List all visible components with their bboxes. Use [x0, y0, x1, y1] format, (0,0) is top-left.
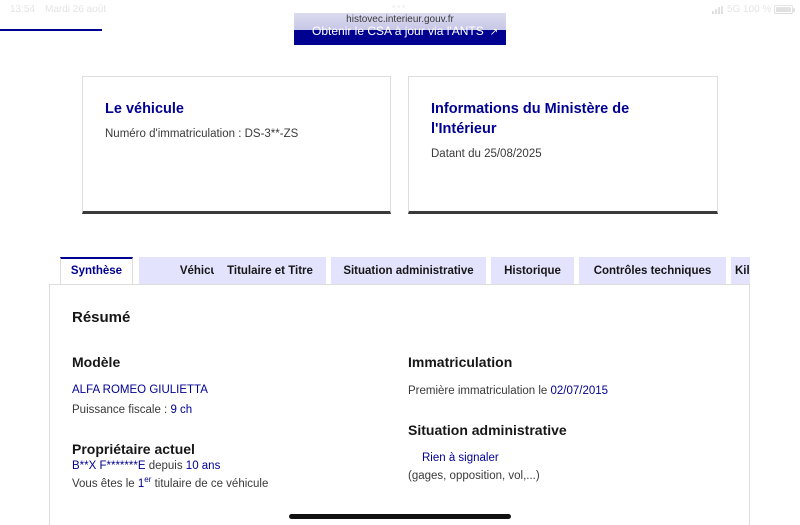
- signal-icon: [712, 6, 724, 14]
- tab-titulaire-titre[interactable]: Titulaire et Titre: [214, 257, 326, 285]
- report-tabs: Synthèse Véhicule Titulaire et Titre Sit…: [60, 257, 750, 285]
- vehicle-card: Le véhicule Numéro d'immatriculation : D…: [82, 76, 391, 214]
- battery-icon: [774, 5, 795, 14]
- first-registration-date: 02/07/2015: [550, 385, 609, 397]
- immatriculation-heading: Immatriculation: [408, 354, 513, 370]
- external-link-icon: ↗: [489, 27, 499, 38]
- home-indicator[interactable]: [289, 514, 511, 519]
- ellipsis-icon[interactable]: •••: [392, 1, 407, 13]
- fiscal-power: Puissance fiscale : 9 ch: [72, 404, 192, 416]
- fiscal-power-label: Puissance fiscale :: [72, 404, 171, 416]
- vehicle-card-title: Le véhicule: [105, 101, 184, 117]
- first-registration-label: Première immatriculation le: [408, 385, 551, 397]
- situation-heading: Situation administrative: [408, 422, 567, 438]
- registration-number: Numéro d'immatriculation : DS-3**-ZS: [105, 128, 299, 140]
- ministry-data-date: Datant du 25/08/2025: [431, 148, 542, 160]
- situation-status: Rien à signaler: [422, 452, 499, 464]
- owner-since-label: depuis: [145, 460, 186, 472]
- owner-line: B**X F*******E depuis 10 ans: [72, 460, 220, 472]
- ministry-card-title: Informations du Ministère de l'Intérieur: [431, 101, 630, 137]
- tab-historique[interactable]: Historique: [491, 257, 574, 285]
- holder-rank-line: Vous êtes le 1er titulaire de ce véhicul…: [72, 476, 269, 490]
- tab-controles-techniques[interactable]: Contrôles techniques: [579, 257, 726, 285]
- ants-button-label: Obtenir le CSA à jour via l'ANTS: [312, 24, 484, 38]
- fiscal-power-value: 9 ch: [170, 404, 193, 416]
- proprietaire-heading: Propriétaire actuel: [72, 441, 195, 457]
- situation-detail: (gages, opposition, vol,...): [408, 470, 540, 482]
- owner-name: B**X F*******E: [72, 460, 146, 472]
- tab-synthese[interactable]: Synthèse: [60, 257, 133, 285]
- vehicle-model: ALFA ROMEO GIULIETTA: [72, 384, 208, 396]
- holder-rank-prefix: Vous êtes le: [72, 478, 138, 490]
- ministry-card: Informations du Ministère de l'Intérieur…: [408, 76, 718, 214]
- resume-title: Résumé: [72, 309, 131, 326]
- owner-since-value: 10 ans: [185, 460, 221, 472]
- tab-kilometrage[interactable]: Kilométrage: [731, 257, 750, 285]
- address-bar-url[interactable]: histovec.interieur.gouv.fr: [0, 14, 800, 25]
- tab-situation-administrative[interactable]: Situation administrative: [331, 257, 486, 285]
- first-registration: Première immatriculation le 02/07/2015: [408, 385, 608, 397]
- modele-heading: Modèle: [72, 354, 121, 370]
- browser-tab-indicator: [0, 29, 102, 31]
- holder-rank-suffix: titulaire de ce véhicule: [151, 478, 269, 490]
